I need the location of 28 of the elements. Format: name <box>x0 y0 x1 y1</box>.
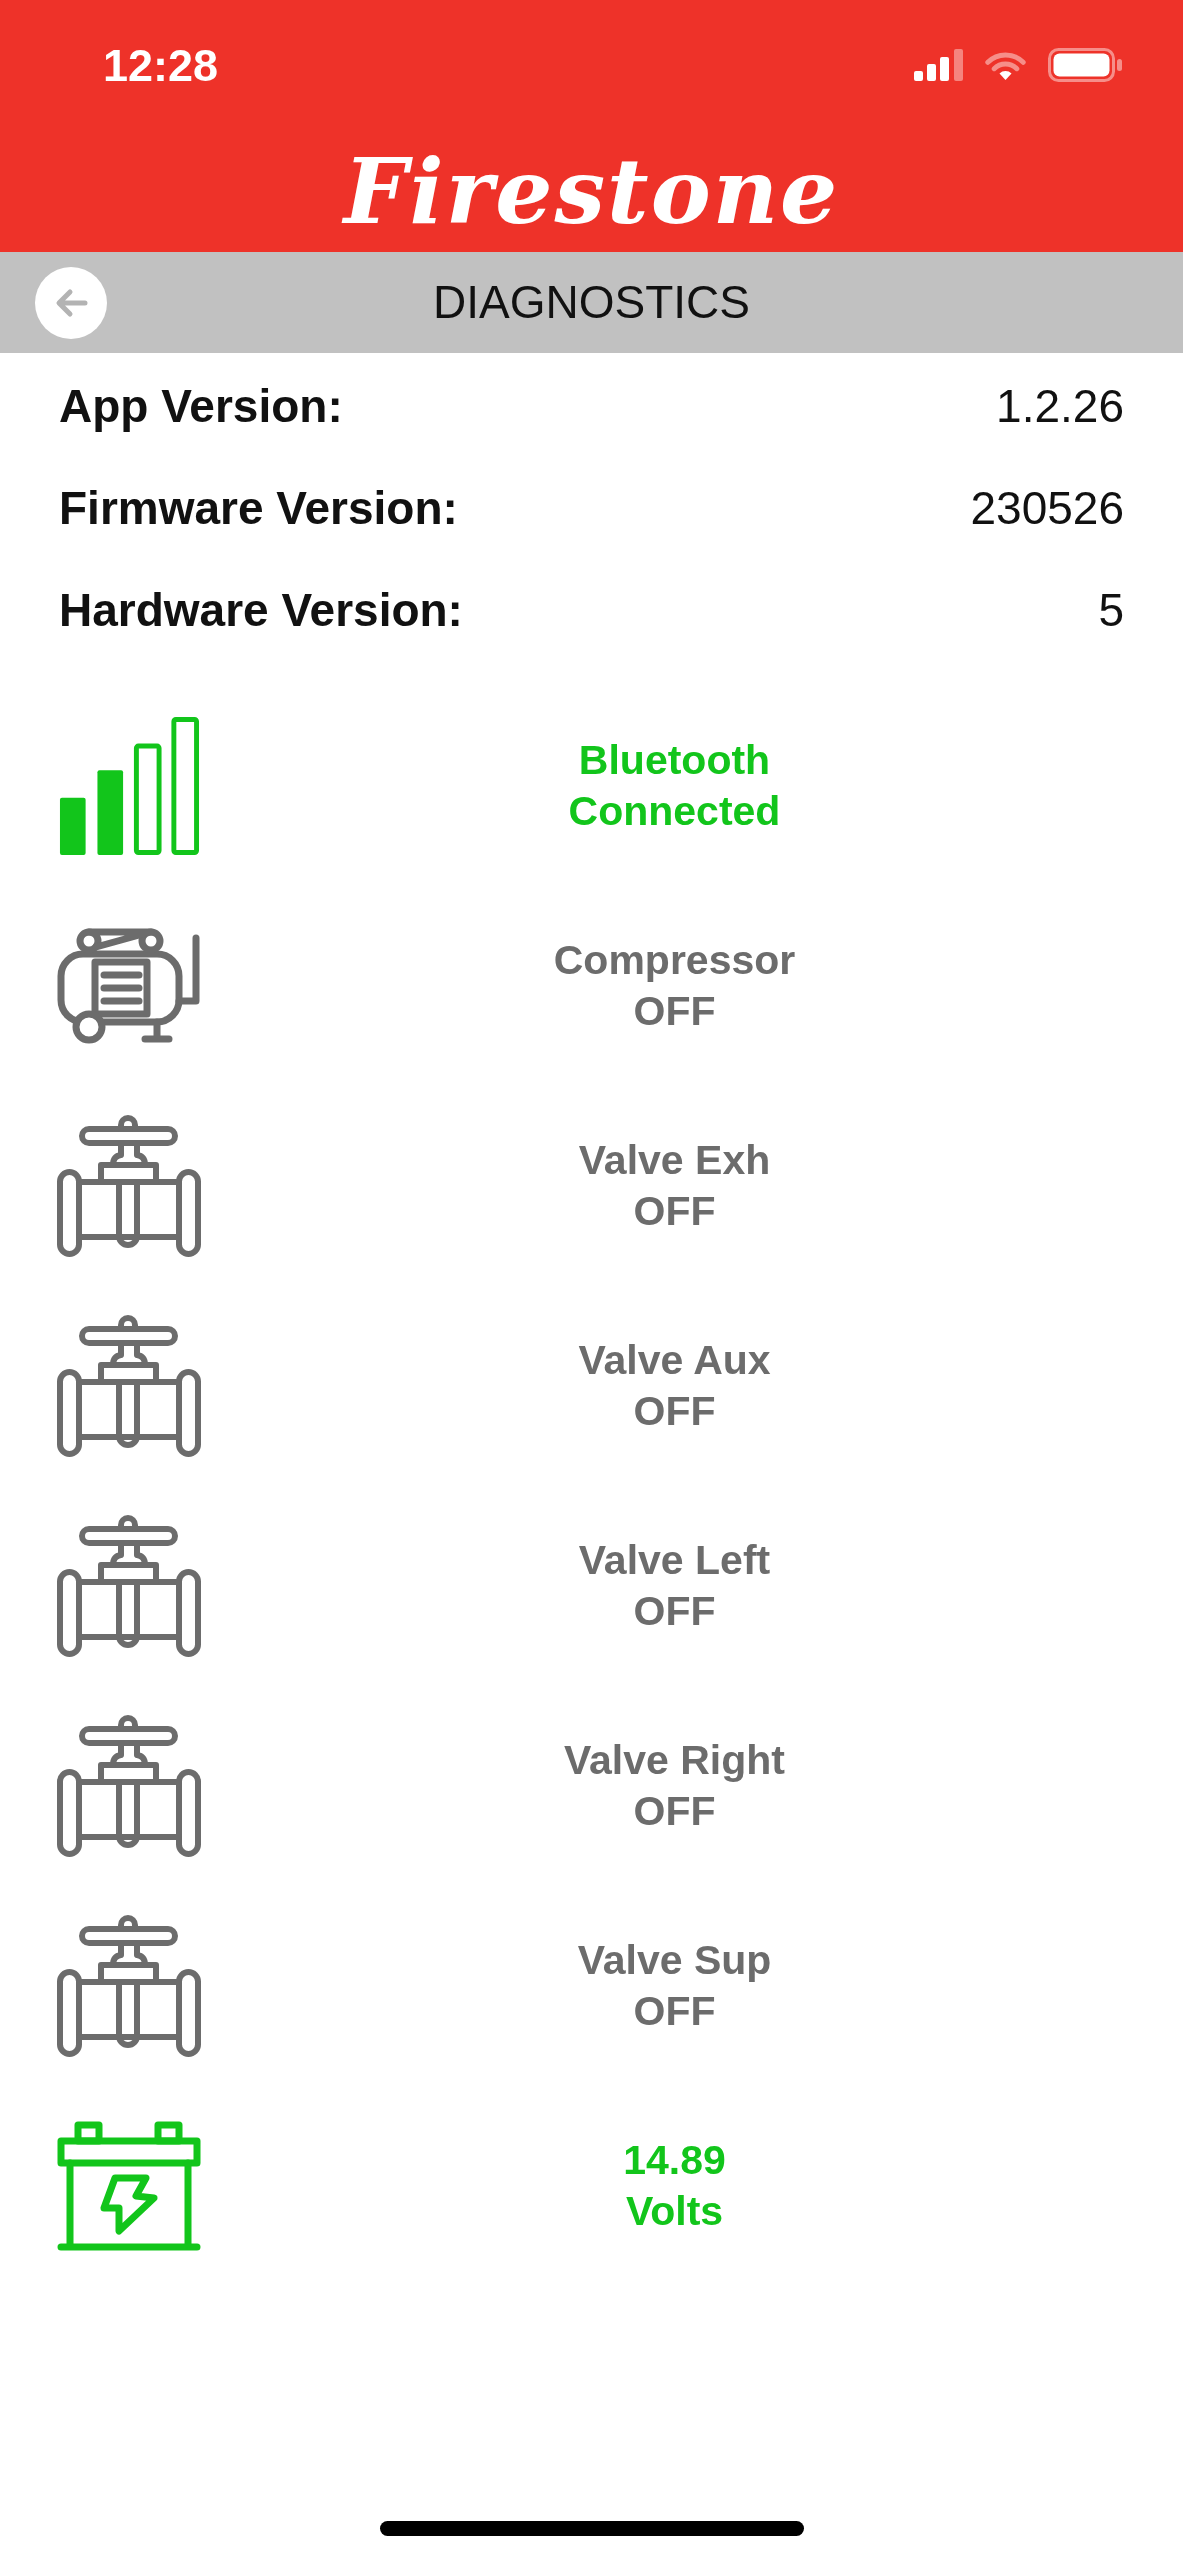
status-text: Valve Sup <box>577 1936 772 1985</box>
brand-logo: Firestone <box>343 146 840 236</box>
status-text: OFF <box>633 987 716 1036</box>
status-text: OFF <box>633 1387 716 1436</box>
status-text: Valve Aux <box>578 1336 771 1385</box>
cellular-signal-icon <box>914 49 963 81</box>
status-text: Valve Exh <box>578 1136 771 1185</box>
battery-icon <box>1048 48 1122 82</box>
status-text: OFF <box>633 1587 716 1636</box>
status-text: Bluetooth <box>578 736 771 785</box>
status-text: Compressor <box>553 936 796 985</box>
status-text: OFF <box>633 1787 716 1836</box>
status-text: Volts <box>625 2187 724 2236</box>
info-value: 5 <box>1098 583 1124 637</box>
status-text: Valve Left <box>578 1536 771 1585</box>
screen-title: DIAGNOSTICS <box>433 274 750 330</box>
clock-time: 12:28 <box>103 42 219 88</box>
info-label: App Version: <box>59 379 343 433</box>
status-text: Connected <box>568 787 781 836</box>
status-text: 14.89 <box>623 2136 726 2185</box>
info-value: 230526 <box>970 481 1124 535</box>
info-value: 1.2.26 <box>996 379 1124 433</box>
info-label: Hardware Version: <box>59 583 463 637</box>
info-label: Firmware Version: <box>59 481 458 535</box>
status-text: OFF <box>633 1187 716 1236</box>
arrow-left-icon <box>54 287 88 318</box>
status-text: OFF <box>633 1987 716 2036</box>
status-text: Valve Right <box>564 1736 785 1785</box>
